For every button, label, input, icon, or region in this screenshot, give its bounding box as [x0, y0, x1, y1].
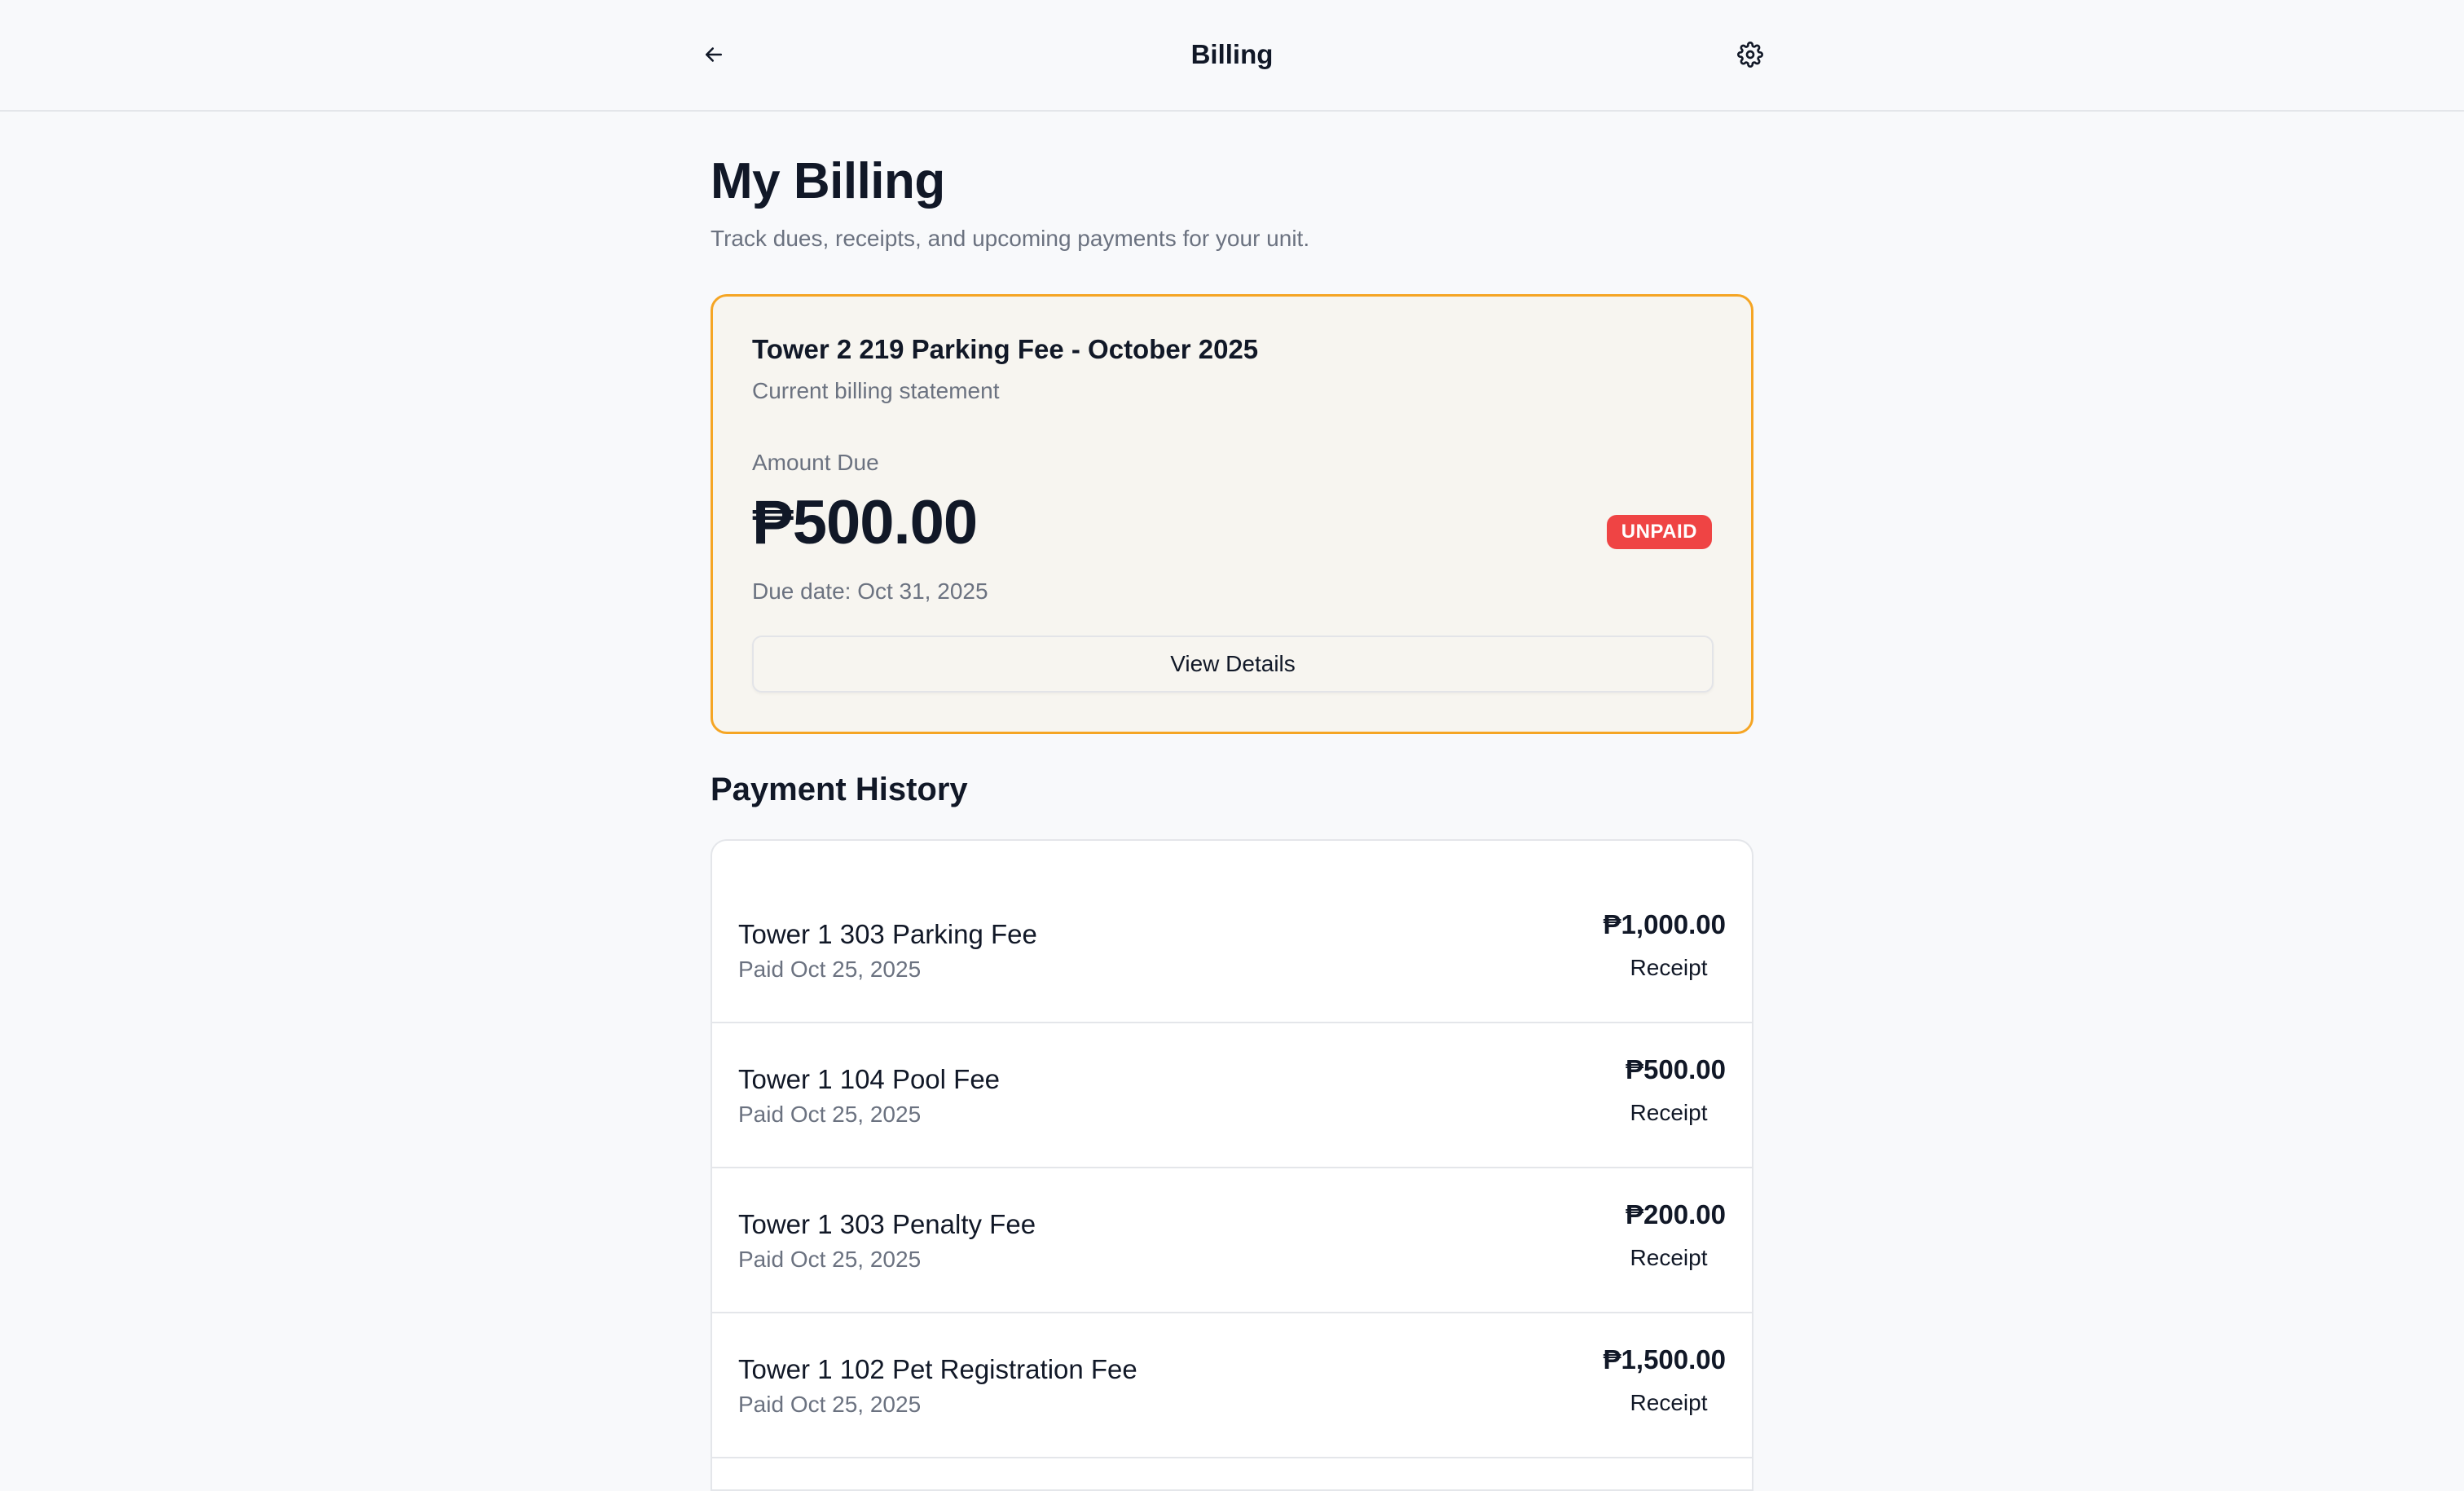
top-bar-title: Billing: [1190, 39, 1274, 69]
payment-amount: ₱200.00: [1626, 1199, 1726, 1229]
payment-title: Tower 1 102 Pet Registration Fee: [738, 1354, 1137, 1384]
view-details-button[interactable]: View Details: [752, 636, 1714, 693]
payment-title: Tower 1 303 Penalty Fee: [738, 1209, 1036, 1239]
payment-amount: ₱1,000.00: [1603, 909, 1726, 939]
list-item: Tower 1 102 Pet Registration Fee Paid Oc…: [712, 1313, 1752, 1458]
payment-date: Paid Oct 25, 2025: [738, 1392, 922, 1417]
page-subtitle: Track dues, receipts, and upcoming payme…: [711, 226, 1310, 251]
payment-date: Paid Oct 25, 2025: [738, 1102, 922, 1127]
receipt-button[interactable]: Receipt: [1612, 1100, 1726, 1126]
payment-amount: ₱500.00: [1626, 1054, 1726, 1084]
list-item: Tower 1 303 Parking Fee Paid Oct 25, 202…: [712, 841, 1752, 1023]
status-badge: UNPAID: [1606, 515, 1712, 549]
bill-title: Tower 2 219 Parking Fee - October 2025: [752, 334, 1259, 364]
payment-amount: ₱1,500.00: [1603, 1344, 1726, 1374]
page-title: My Billing: [711, 153, 945, 209]
payment-history-title: Payment History: [711, 772, 968, 807]
receipt-button[interactable]: Receipt: [1612, 1245, 1726, 1271]
payment-date: Paid Oct 25, 2025: [738, 1247, 922, 1272]
list-item: Tower 1 104 Pool Fee Paid Oct 25, 2025 ₱…: [712, 1023, 1752, 1168]
bill-subtitle: Current billing statement: [752, 378, 1000, 403]
list-item: Tower 1 303 Penalty Fee Paid Oct 25, 202…: [712, 1168, 1752, 1313]
due-date: Due date: Oct 31, 2025: [752, 578, 988, 604]
amount-due-value: ₱500.00: [752, 488, 978, 557]
gear-icon: [1737, 42, 1763, 68]
amount-due-label: Amount Due: [752, 450, 879, 475]
receipt-button[interactable]: Receipt: [1612, 955, 1726, 981]
receipt-button[interactable]: Receipt: [1612, 1390, 1726, 1416]
payment-history-list: Tower 1 303 Parking Fee Paid Oct 25, 202…: [711, 839, 1753, 1491]
payment-date: Paid Oct 25, 2025: [738, 957, 922, 982]
top-app-bar: Billing: [0, 0, 2464, 112]
settings-button[interactable]: [1729, 36, 1771, 73]
current-bill-card: Tower 2 219 Parking Fee - October 2025 C…: [711, 294, 1753, 734]
payment-title: Tower 1 104 Pool Fee: [738, 1064, 1001, 1094]
payment-title: Tower 1 303 Parking Fee: [738, 919, 1037, 949]
